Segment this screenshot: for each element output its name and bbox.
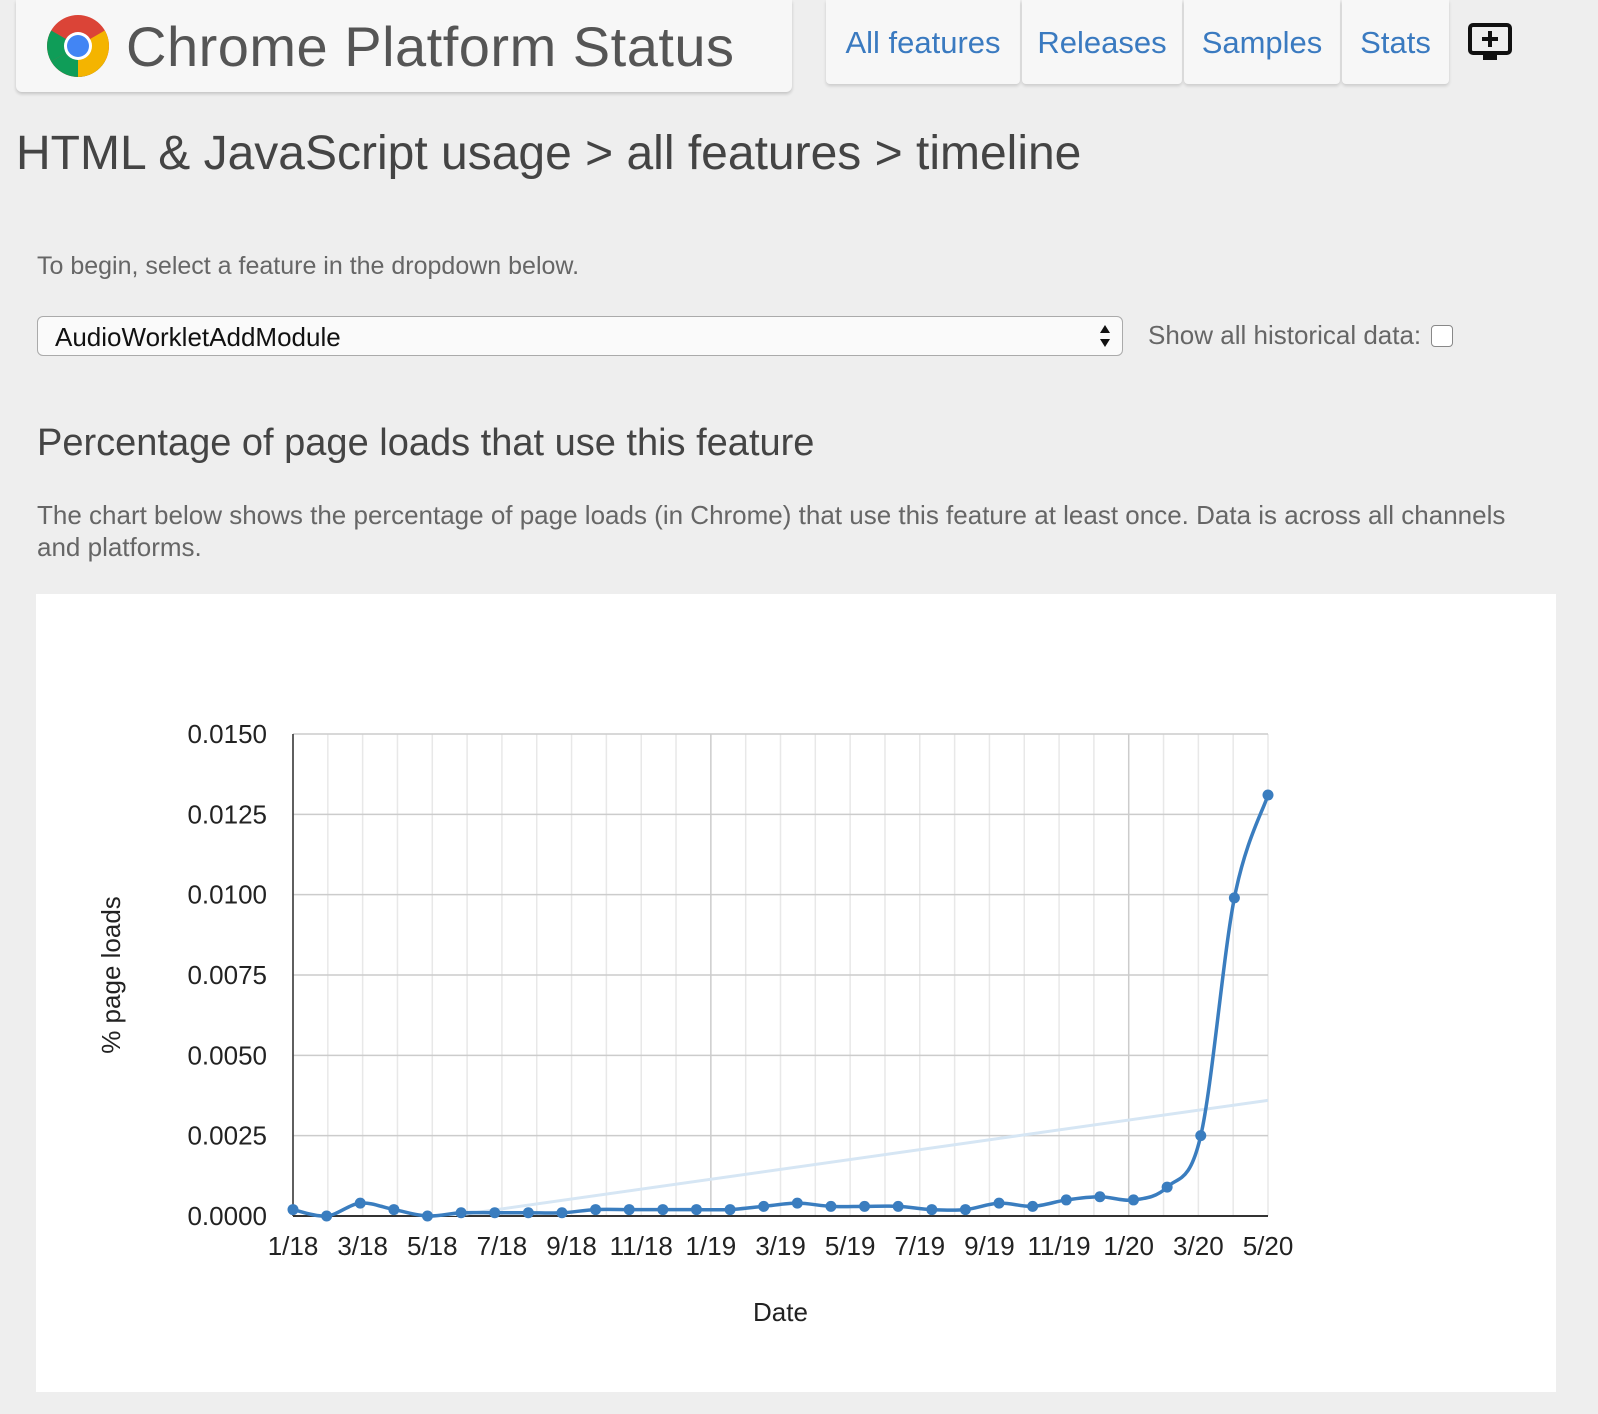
data-point (489, 1207, 501, 1219)
top-nav: All features Releases Samples Stats (826, 0, 1451, 84)
x-tick-label: 9/18 (546, 1231, 597, 1261)
data-point (724, 1204, 736, 1216)
x-tick-label: 7/19 (894, 1231, 945, 1261)
historical-checkbox[interactable] (1431, 324, 1454, 347)
historical-label: Show all historical data: (1148, 320, 1422, 350)
nav-all-features[interactable]: All features (826, 0, 1020, 84)
y-tick-label: 0.0125 (187, 799, 267, 829)
data-point (758, 1200, 770, 1212)
data-point (926, 1204, 938, 1216)
x-tick-label: 5/20 (1243, 1231, 1294, 1261)
data-point (522, 1207, 534, 1219)
x-tick-label: 5/18 (407, 1231, 458, 1261)
data-point (556, 1207, 568, 1219)
data-point (623, 1204, 635, 1216)
data-point (354, 1197, 366, 1209)
data-point (590, 1204, 602, 1216)
feature-select[interactable]: AudioWorkletAddModule (37, 316, 1123, 356)
section-title: Percentage of page loads that use this f… (37, 422, 815, 464)
y-tick-label: 0.0100 (187, 880, 267, 910)
nav-stats[interactable]: Stats (1342, 0, 1449, 84)
x-tick-label: 5/19 (825, 1231, 876, 1261)
add-to-screen-icon[interactable] (1468, 22, 1512, 62)
x-tick-label: 1/19 (686, 1231, 737, 1261)
data-point (1195, 1130, 1207, 1142)
data-point (321, 1210, 333, 1222)
feature-select-value: AudioWorkletAddModule (55, 322, 341, 352)
data-point (892, 1200, 904, 1212)
x-tick-label: 1/20 (1103, 1231, 1154, 1261)
x-tick-label: 3/20 (1173, 1231, 1224, 1261)
chart-description: The chart below shows the percentage of … (37, 500, 1506, 562)
x-tick-label: 3/18 (337, 1231, 388, 1261)
data-point (1228, 892, 1240, 904)
intro-text: To begin, select a feature in the dropdo… (37, 252, 580, 280)
usage-line-chart: 0.0000 0.0025 0.0050 0.0075 0.0100 0.0125 0.01… (96, 719, 1294, 1327)
y-tick-label: 0.0075 (187, 960, 267, 990)
data-point (1262, 789, 1274, 801)
x-tick-label: 3/19 (755, 1231, 806, 1261)
data-point (657, 1204, 669, 1216)
data-point (1161, 1181, 1173, 1193)
data-point (690, 1204, 702, 1216)
brand-header[interactable]: Chrome Platform Status (16, 0, 792, 92)
data-point (1128, 1194, 1140, 1206)
x-tick-label: 11/19 (1028, 1231, 1091, 1261)
data-point (1027, 1200, 1039, 1212)
x-tick-label: 11/18 (610, 1231, 673, 1261)
chart-panel: 0.0000 0.0025 0.0050 0.0075 0.0100 0.0125 0.01… (36, 594, 1556, 1392)
y-tick-label: 0.0150 (187, 719, 267, 749)
x-axis-title: Date (753, 1297, 808, 1327)
data-point (1060, 1194, 1072, 1206)
data-point (791, 1197, 803, 1209)
data-point (421, 1210, 433, 1222)
data-point (993, 1197, 1005, 1209)
data-point (1094, 1191, 1106, 1203)
x-tick-label: 9/19 (964, 1231, 1015, 1261)
y-axis-title: % page loads (96, 896, 126, 1054)
y-tick-label: 0.0050 (187, 1040, 267, 1070)
data-point (859, 1200, 871, 1212)
data-point (825, 1200, 837, 1212)
select-arrows-icon (1100, 325, 1110, 347)
chrome-logo-icon (47, 15, 109, 77)
site-title: Chrome Platform Status (126, 14, 735, 78)
x-tick-label: 7/18 (477, 1231, 528, 1261)
x-tick-label: 1/18 (268, 1231, 319, 1261)
data-point (287, 1204, 299, 1216)
data-point (959, 1204, 971, 1216)
y-tick-label: 0.0000 (187, 1201, 267, 1231)
y-tick-label: 0.0025 (187, 1121, 267, 1151)
data-point (388, 1204, 400, 1216)
nav-releases[interactable]: Releases (1022, 0, 1182, 84)
data-point (455, 1207, 467, 1219)
breadcrumb: HTML & JavaScript usage > all features >… (16, 127, 1082, 180)
nav-samples[interactable]: Samples (1184, 0, 1340, 84)
historical-toggle: Show all historical data: (1148, 320, 1454, 351)
